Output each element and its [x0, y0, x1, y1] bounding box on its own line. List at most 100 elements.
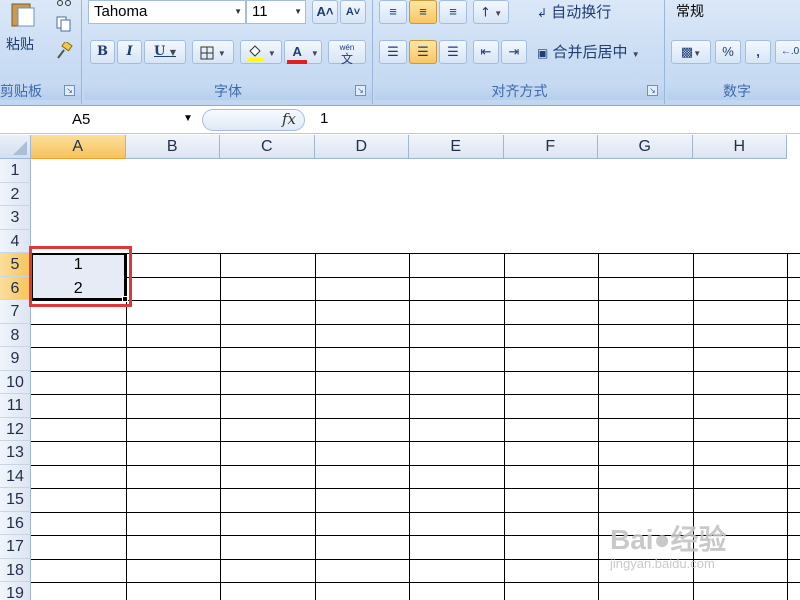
row-header-17[interactable]: 17: [0, 535, 31, 559]
row-gridline: [31, 347, 800, 348]
merge-center-label: 合并后居中: [552, 44, 628, 61]
row-gridline: [31, 394, 800, 395]
shrink-font-button[interactable]: A˅: [340, 0, 366, 24]
paste-button[interactable]: 粘贴: [2, 0, 44, 62]
row-gridline: [31, 323, 800, 325]
select-all-button[interactable]: [0, 135, 31, 159]
clipboard-dialog-launcher[interactable]: ↘: [64, 85, 75, 96]
font-dialog-launcher[interactable]: ↘: [355, 85, 366, 96]
row-header-10[interactable]: 10: [0, 370, 31, 394]
row-gridline: [31, 253, 800, 254]
number-group-label: 数字: [667, 82, 800, 100]
column-header-b[interactable]: B: [125, 135, 220, 159]
column-header-a[interactable]: A: [31, 135, 126, 159]
number-format-combo[interactable]: 常规: [671, 0, 800, 24]
chevron-down-icon: ▼: [294, 7, 302, 16]
align-middle-button[interactable]: ≡: [409, 0, 437, 24]
column-header-c[interactable]: C: [220, 135, 315, 159]
copy-icon[interactable]: [56, 16, 72, 32]
row-header-9[interactable]: 9: [0, 347, 31, 371]
row-header-6[interactable]: 6: [0, 276, 31, 300]
column-header-h[interactable]: H: [692, 135, 787, 159]
name-box[interactable]: A5: [0, 108, 200, 132]
align-top-button[interactable]: ≡: [379, 0, 407, 24]
column-gridline: [409, 253, 410, 600]
align-bottom-button[interactable]: ≡: [439, 0, 467, 24]
merge-center-button[interactable]: ▣ 合并后居中 ▼: [537, 42, 640, 64]
align-right-button[interactable]: ☰: [439, 40, 467, 64]
watermark-brand: Bai●经验: [610, 524, 727, 555]
font-size-combo[interactable]: 11 ▼: [246, 0, 306, 24]
percent-button[interactable]: %: [715, 40, 741, 64]
wrap-text-label: 自动换行: [551, 4, 612, 21]
alignment-dialog-launcher[interactable]: ↘: [647, 85, 658, 96]
borders-icon: [200, 46, 214, 60]
chevron-down-icon: ▼: [631, 50, 640, 59]
orientation-button[interactable]: ↗ ▼: [473, 0, 509, 24]
increase-decimal-button[interactable]: ←.0: [775, 40, 800, 64]
row-header-12[interactable]: 12: [0, 417, 31, 441]
row-header-1[interactable]: 1: [0, 159, 31, 183]
cut-icon[interactable]: [56, 0, 72, 8]
number-group: 常规 ▩▼ % , ←.0 数字: [667, 0, 800, 104]
column-gridline: [503, 253, 505, 600]
column-header-f[interactable]: F: [503, 135, 598, 159]
row-header-13[interactable]: 13: [0, 441, 31, 465]
format-painter-icon[interactable]: [55, 42, 73, 60]
grow-font-button[interactable]: A˄: [312, 0, 338, 24]
phonetic-char: 文: [340, 52, 353, 66]
column-header-g[interactable]: G: [598, 135, 693, 159]
font-color-button[interactable]: A ▼: [284, 40, 322, 64]
row-header-14[interactable]: 14: [0, 464, 31, 488]
column-header-e[interactable]: E: [409, 135, 504, 159]
chevron-down-icon: ▼: [693, 49, 702, 58]
row-gridline: [31, 488, 800, 489]
clipboard-group: 粘贴 剪贴板 ↘: [0, 0, 82, 104]
align-left-button[interactable]: ☰: [379, 40, 407, 64]
row-header-15[interactable]: 15: [0, 488, 31, 512]
worksheet-grid[interactable]: ABCDEFGH 1 2 3 4 5 6 7 8 9 10 11 12 13 14 15 16 17 18 19 1…: [0, 135, 800, 600]
chevron-down-icon: ▼: [267, 49, 276, 58]
watermark-url: jingyan.baidu.com: [610, 556, 715, 571]
formula-input[interactable]: 1: [320, 110, 328, 127]
chevron-down-icon: ▼: [310, 49, 319, 58]
font-size-value: 11: [252, 3, 268, 20]
phonetic-guide-button[interactable]: wén 文: [328, 40, 366, 66]
align-center-button[interactable]: ☰: [409, 40, 437, 64]
font-group-label: 字体: [84, 82, 372, 100]
increase-indent-button[interactable]: ⇥: [501, 40, 527, 64]
font-group: Tahoma ▼ 11 ▼ A˄ A˅ B I U ▼ ▼ ▼ A ▼ wén …: [84, 0, 373, 104]
row-header-19[interactable]: 19: [0, 582, 31, 600]
fill-color-button[interactable]: ▼: [240, 40, 282, 64]
column-header-d[interactable]: D: [314, 135, 409, 159]
decrease-indent-button[interactable]: ⇤: [473, 40, 499, 64]
row-header-16[interactable]: 16: [0, 511, 31, 535]
insert-function-icon[interactable]: fx: [282, 110, 296, 128]
wrap-text-icon: ↲: [537, 6, 548, 20]
chevron-down-icon[interactable]: ▼: [183, 113, 193, 124]
underline-button[interactable]: U ▼: [144, 40, 186, 64]
wrap-text-button[interactable]: ↲ 自动换行: [537, 2, 611, 24]
row-header-2[interactable]: 2: [0, 182, 31, 206]
number-format-value: 常规: [676, 3, 704, 19]
italic-button[interactable]: I: [117, 40, 142, 64]
row-header-8[interactable]: 8: [0, 323, 31, 347]
row-header-18[interactable]: 18: [0, 558, 31, 582]
bold-button[interactable]: B: [90, 40, 115, 64]
paste-icon: [11, 3, 35, 27]
paste-label: 粘贴: [6, 36, 34, 52]
font-name-value: Tahoma: [94, 3, 148, 20]
row-header-5[interactable]: 5: [0, 253, 31, 277]
font-name-combo[interactable]: Tahoma ▼: [88, 0, 246, 24]
row-gridline: [31, 582, 800, 583]
column-gridline: [314, 253, 316, 600]
row-header-7[interactable]: 7: [0, 300, 31, 324]
accounting-format-button[interactable]: ▩▼: [671, 40, 711, 64]
comma-style-button[interactable]: ,: [745, 40, 771, 64]
row-gridline: [31, 370, 800, 372]
borders-button[interactable]: ▼: [192, 40, 234, 64]
row-header-3[interactable]: 3: [0, 206, 31, 230]
row-header-11[interactable]: 11: [0, 394, 31, 418]
row-header-4[interactable]: 4: [0, 229, 31, 253]
underline-label: U: [153, 44, 166, 59]
